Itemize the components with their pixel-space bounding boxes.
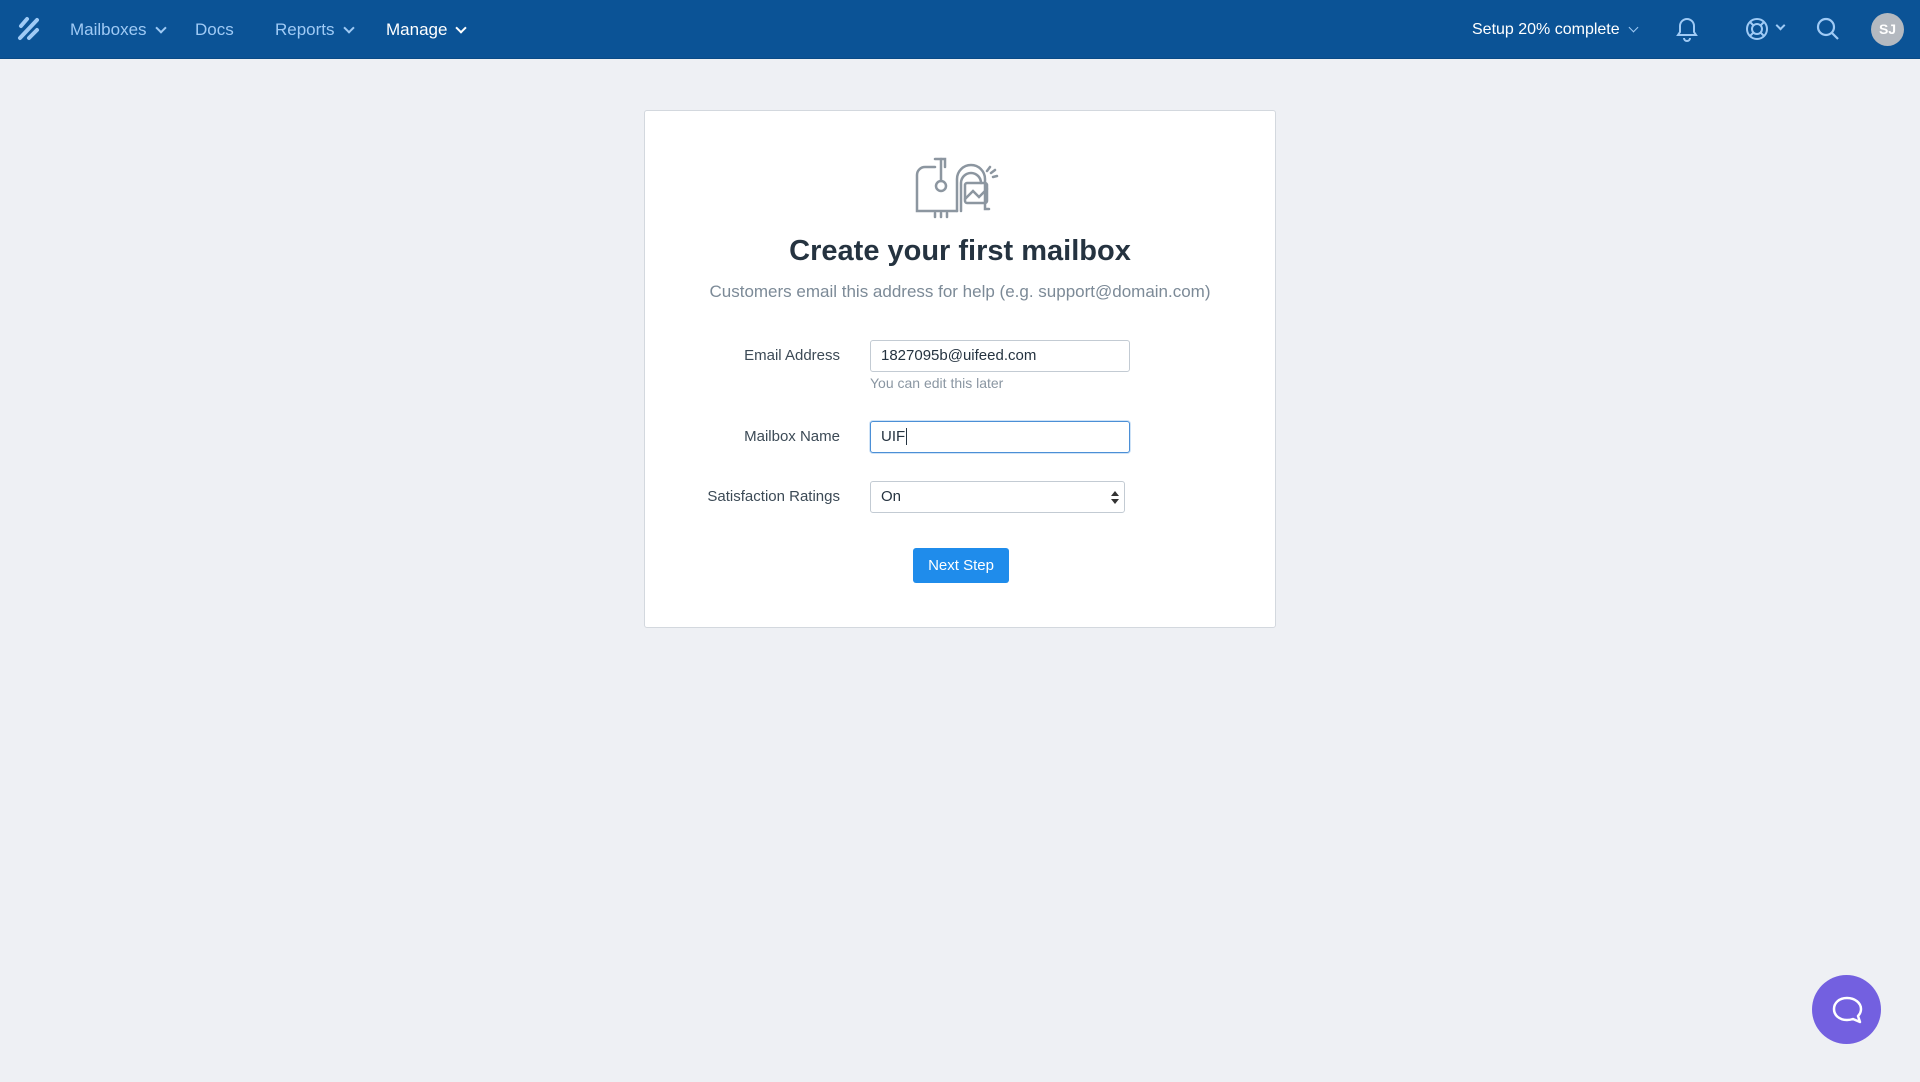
nav-reports-label: Reports — [275, 19, 335, 39]
chat-bubble-icon — [1832, 996, 1862, 1023]
nav-manage-label: Manage — [386, 19, 448, 39]
chat-beacon-button[interactable] — [1812, 975, 1881, 1044]
mailbox-name-value: UIF — [881, 428, 906, 445]
page-subtitle: Customers email this address for help (e… — [709, 282, 1211, 301]
mailbox-name-field[interactable]: UIF — [870, 421, 1130, 453]
nav-mailboxes-label: Mailboxes — [70, 19, 147, 39]
top-nav: Mailboxes Docs Reports Manage Setup 20% … — [0, 0, 1920, 59]
satisfaction-ratings-select[interactable]: On — [870, 481, 1125, 513]
nav-mailboxes[interactable]: Mailboxes — [70, 0, 167, 59]
avatar[interactable]: SJ — [1871, 13, 1904, 46]
setup-progress-menu[interactable]: Setup 20% complete — [1472, 0, 1639, 59]
chevron-down-icon[interactable] — [1775, 20, 1786, 31]
nav-manage[interactable]: Manage — [386, 0, 468, 59]
text-cursor — [906, 428, 908, 445]
nav-docs-label: Docs — [195, 19, 234, 39]
mailbox-name-label: Mailbox Name — [744, 428, 840, 445]
page-title: Create your first mailbox — [789, 235, 1131, 267]
chevron-down-icon — [154, 21, 167, 34]
chevron-down-icon — [342, 21, 355, 34]
chevron-down-icon — [455, 21, 468, 34]
chevron-down-icon — [1628, 22, 1639, 33]
email-label: Email Address — [744, 347, 840, 364]
select-arrows-icon — [1111, 491, 1119, 504]
logo-icon[interactable] — [17, 16, 41, 42]
help-lifebuoy-icon[interactable] — [1744, 16, 1770, 42]
search-icon[interactable] — [1815, 16, 1841, 42]
create-mailbox-card: Create your first mailbox Customers emai… — [644, 110, 1276, 628]
setup-progress-label: Setup 20% complete — [1472, 20, 1620, 38]
mailbox-illustration-icon — [915, 157, 999, 219]
next-step-button[interactable]: Next Step — [913, 548, 1009, 583]
nav-reports[interactable]: Reports — [275, 0, 355, 59]
satisfaction-ratings-value: On — [881, 488, 902, 505]
nav-docs[interactable]: Docs — [195, 0, 234, 59]
satisfaction-ratings-label: Satisfaction Ratings — [707, 488, 840, 505]
email-field[interactable]: 1827095b@uifeed.com — [870, 340, 1130, 372]
bell-icon[interactable] — [1675, 16, 1699, 42]
email-hint: You can edit this later — [870, 375, 1004, 391]
